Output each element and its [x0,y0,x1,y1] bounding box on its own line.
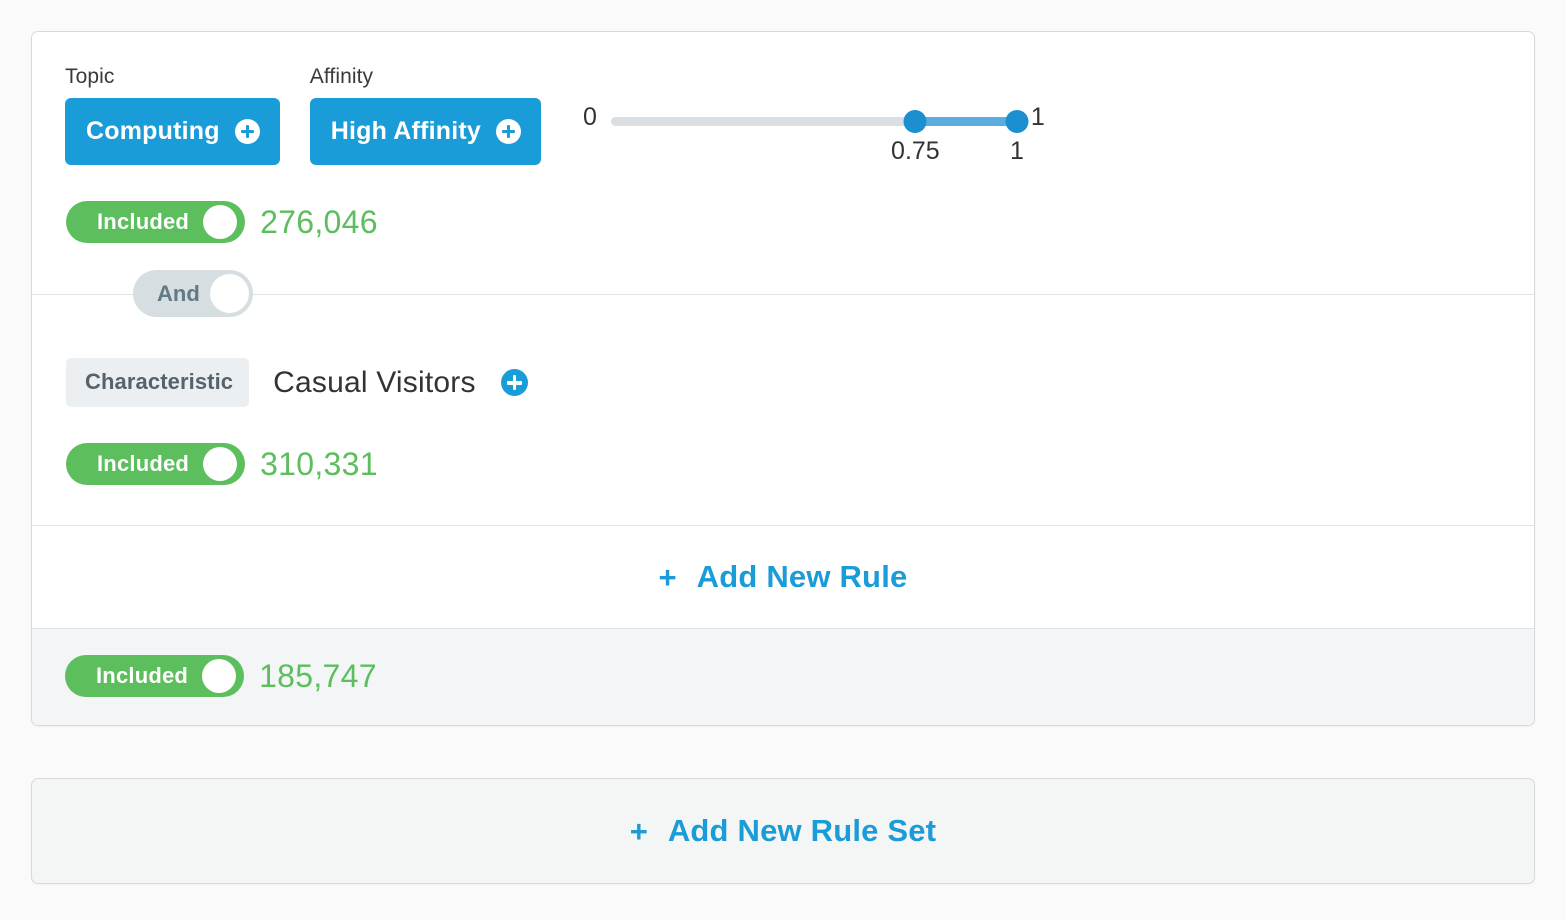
ruleset-included-label: Included [96,663,189,688]
rule1-included-toggle[interactable]: Included [66,201,246,243]
ruleset-included-count: 185,747 [259,657,377,694]
ruleset-included-row: Included 185,747 [65,655,1501,697]
rule2-included-toggle[interactable]: Included [66,443,246,485]
rule2-included-row: Included 310,331 [65,443,1501,485]
rule-fields-row: Topic Computing Affinity High Affinity 0 [65,66,1501,165]
affinity-range-slider[interactable]: 0 0.75 1 1 [583,105,1045,166]
toggle-knob [210,274,249,313]
page-root: Topic Computing Affinity High Affinity 0 [0,0,1566,920]
topic-value-button[interactable]: Computing [65,98,280,165]
rule1-included-row: Included 276,046 [65,201,1501,243]
toggle-knob [203,205,238,239]
slider-lower-value-label: 0.75 [891,137,940,165]
topic-value-label: Computing [86,117,220,145]
slider-max-label: 1 [1030,103,1045,131]
slider-min-label: 0 [582,103,597,131]
rule2-included-label: Included [97,451,190,476]
affinity-label: Affinity [309,65,374,88]
slider-upper-value-label: 1 [1009,137,1024,165]
plus-icon: + [629,813,648,849]
ruleset-included-toggle[interactable]: Included [65,655,245,697]
toggle-knob [202,659,237,693]
characteristic-value[interactable]: Casual Visitors [273,366,476,400]
affinity-value-button[interactable]: High Affinity [309,98,541,165]
slider-selected-range [915,117,1017,126]
rule2-included-count: 310,331 [260,445,378,482]
rule-set-footer: Included 185,747 [32,628,1534,725]
topic-label: Topic [65,65,115,88]
add-new-rule-button[interactable]: + Add New Rule [32,526,1534,628]
add-new-rule-set-label: Add New Rule Set [667,813,937,848]
rule1-included-label: Included [97,209,190,234]
add-new-rule-set-button[interactable]: + Add New Rule Set [31,778,1535,884]
plus-circle-icon [234,119,260,144]
rule2-characteristic-row: Characteristic Casual Visitors [65,358,1501,407]
rule-set-card: Topic Computing Affinity High Affinity 0 [31,31,1535,726]
topic-field-group: Topic Computing [65,66,280,165]
characteristic-badge: Characteristic [66,358,250,407]
affinity-field-group: Affinity High Affinity [309,65,541,165]
rule-operator-divider: And [32,270,1534,317]
plus-icon: + [658,559,677,595]
slider-handle-lower[interactable] [903,110,927,133]
slider-track-area[interactable]: 0.75 1 [610,110,1029,165]
operator-and-label: And [157,281,200,306]
slider-handle-upper[interactable] [1005,110,1029,133]
plus-circle-icon[interactable] [500,369,528,396]
rule-set-body: Topic Computing Affinity High Affinity 0 [32,32,1534,628]
plus-circle-icon [495,119,521,144]
add-new-rule-label: Add New Rule [696,559,908,594]
rule1-included-count: 276,046 [260,203,378,240]
operator-and-toggle[interactable]: And [133,270,253,317]
toggle-knob [203,447,238,481]
affinity-value-label: High Affinity [330,117,481,145]
